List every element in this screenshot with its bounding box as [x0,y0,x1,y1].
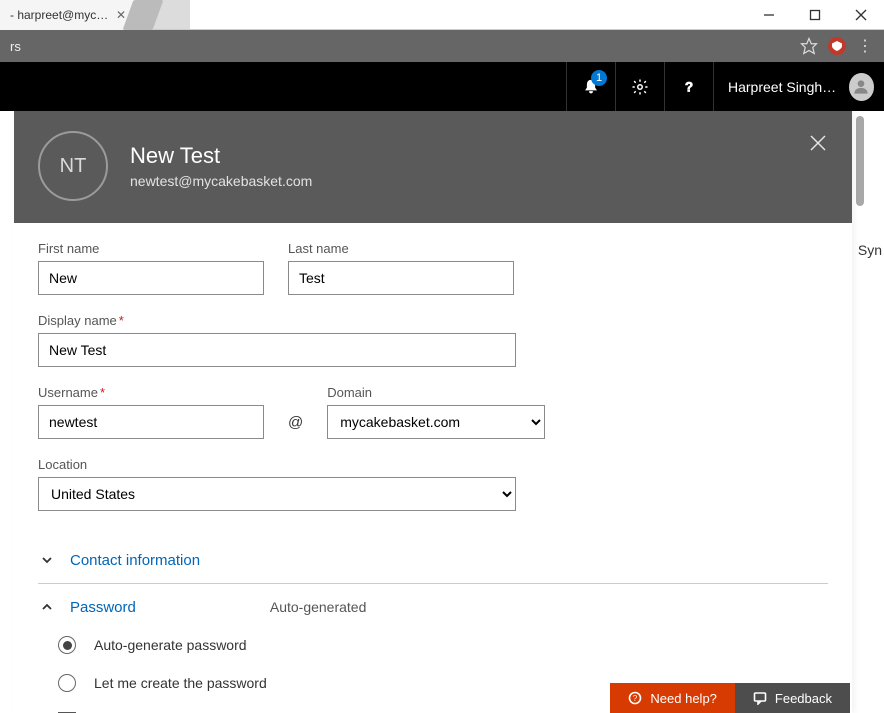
location-select[interactable]: United States [38,477,516,511]
svg-text:?: ? [685,79,693,94]
panel-body: First name Last name Display name* Usern… [14,223,852,713]
radio-auto-label: Auto-generate password [94,637,247,653]
browser-tab[interactable]: - harpreet@mycake ✕ [0,0,134,30]
footer-buttons: ? Need help? Feedback [610,683,850,713]
user-name: Harpreet Singh W... [728,79,839,95]
chevron-up-icon [38,598,56,616]
notification-badge: 1 [591,70,607,86]
panel-close-button[interactable] [802,127,834,159]
background-fragment: Syn [856,238,884,262]
domain-select[interactable]: mycakebasket.com [327,405,545,439]
radio-auto-generate[interactable] [58,636,76,654]
close-tab-icon[interactable]: ✕ [116,8,126,22]
password-section-title: Password [70,599,136,616]
radio-manual[interactable] [58,674,76,692]
notifications-button[interactable]: 1 [567,62,615,111]
page-region: Syn NT New Test newtest@mycakebasket.com… [0,111,884,713]
password-section-subtitle: Auto-generated [270,599,367,615]
display-name-label: Display name* [38,313,516,328]
minimize-button[interactable] [746,0,792,30]
feedback-button[interactable]: Feedback [735,683,850,713]
need-help-button[interactable]: ? Need help? [610,683,735,713]
settings-button[interactable] [616,62,664,111]
radio-manual-label: Let me create the password [94,675,267,691]
window-chrome: - harpreet@mycake ✕ [0,0,884,30]
user-flyout-panel: NT New Test newtest@mycakebasket.com Fir… [14,111,852,713]
password-option-auto[interactable]: Auto-generate password [38,636,828,654]
tab-title: - harpreet@mycake [10,8,110,22]
last-name-label: Last name [288,241,514,256]
user-chip[interactable]: Harpreet Singh W... [714,62,884,111]
chevron-down-icon [38,551,56,569]
display-name-input[interactable] [38,333,516,367]
star-icon[interactable] [800,37,818,55]
menu-icon[interactable]: ⋮ [856,37,874,55]
contact-section-title: Contact information [70,552,200,569]
panel-subtitle: newtest@mycakebasket.com [130,173,312,189]
address-text: rs [10,39,790,54]
app-top-bar: 1 ? Harpreet Singh W... [0,62,884,111]
help-button[interactable]: ? [665,62,713,111]
avatar-icon [849,73,874,101]
username-label: Username* [38,385,264,400]
feedback-label: Feedback [775,691,832,706]
avatar-initials: NT [60,155,87,178]
panel-title: New Test [130,143,312,169]
last-name-input[interactable] [288,261,514,295]
panel-header: NT New Test newtest@mycakebasket.com [14,111,852,223]
svg-text:?: ? [633,694,638,703]
panel-scrollbar[interactable] [856,116,864,206]
first-name-label: First name [38,241,264,256]
password-section-toggle[interactable]: Password Auto-generated [38,598,828,616]
tab-strip: - harpreet@mycake ✕ [0,0,190,29]
window-close-button[interactable] [838,0,884,30]
extension-icon[interactable] [828,37,846,55]
at-separator: @ [288,414,303,439]
panel-avatar: NT [38,131,108,201]
domain-label: Domain [327,385,545,400]
username-input[interactable] [38,405,264,439]
window-buttons [746,0,884,29]
first-name-input[interactable] [38,261,264,295]
contact-section: Contact information [38,537,828,583]
address-bar[interactable]: rs ⋮ [0,30,884,62]
need-help-label: Need help? [650,691,717,706]
location-label: Location [38,457,516,472]
contact-section-toggle[interactable]: Contact information [38,551,828,569]
maximize-button[interactable] [792,0,838,30]
